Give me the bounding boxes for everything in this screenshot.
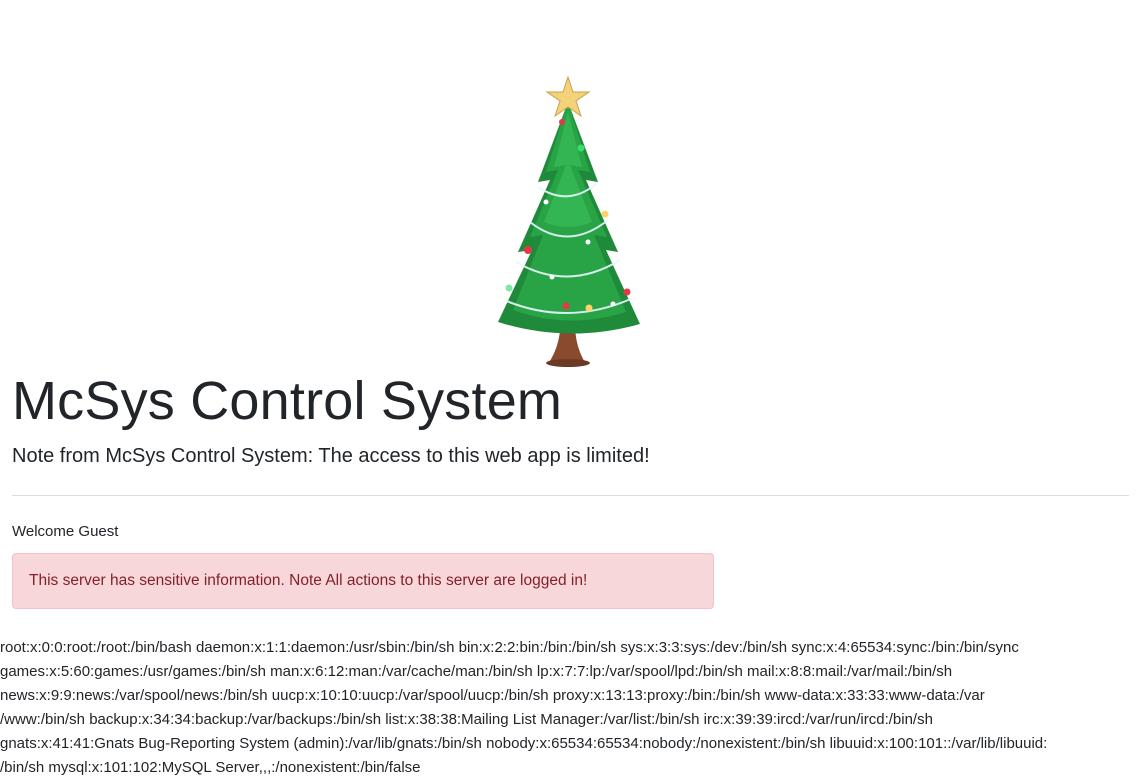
passwd-line: /www:/bin/sh backup:x:34:34:backup:/var/… xyxy=(0,711,933,728)
passwd-line: games:x:5:60:games:/usr/games:/bin/sh ma… xyxy=(0,663,953,680)
page-title: McSys Control System xyxy=(12,371,563,431)
christmas-tree-icon xyxy=(498,75,640,367)
christmas-tree-image xyxy=(468,72,674,370)
passwd-line: news:x:9:9:news:/var/spool/news:/bin/sh … xyxy=(0,687,985,704)
passwd-line: gnats:x:41:41:Gnats Bug-Reporting System… xyxy=(0,735,1048,752)
welcome-text: Welcome Guest xyxy=(12,523,119,540)
divider xyxy=(12,495,1129,496)
access-note: Note from McSys Control System: The acce… xyxy=(12,445,650,467)
passwd-line: root:x:0:0:root:/root:/bin/bash daemon:x… xyxy=(0,639,1019,656)
sensitive-info-alert: This server has sensitive information. N… xyxy=(12,553,714,609)
alert-message: This server has sensitive information. N… xyxy=(29,572,588,589)
main-container: McSys Control System Note from McSys Con… xyxy=(12,368,1129,609)
passwd-output: root:x:0:0:root:/root:/bin/bash daemon:x… xyxy=(0,636,1130,779)
passwd-line: /bin/sh mysql:x:101:102:MySQL Server,,,:… xyxy=(0,759,421,776)
